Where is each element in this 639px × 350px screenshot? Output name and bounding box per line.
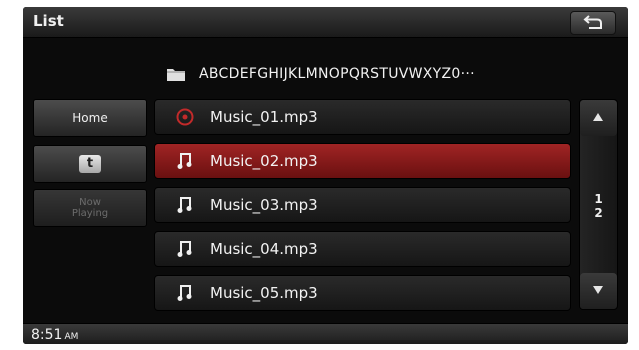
list-item[interactable]: Music_03.mp3 — [154, 187, 571, 223]
list-item[interactable]: Music_04.mp3 — [154, 231, 571, 267]
clock-time: 8:51 — [31, 327, 63, 343]
folder-path-text: ABCDEFGHIJKLMNOPQRSTUVWXYZ0··· — [199, 66, 475, 82]
t-icon: t — [79, 155, 101, 173]
music-note-icon — [175, 195, 195, 215]
clock: 8:51 AM — [31, 327, 78, 343]
list-item[interactable]: Music_01.mp3 — [154, 99, 571, 135]
file-name: Music_05.mp3 — [210, 284, 318, 302]
now-playing-line2: Playing — [71, 208, 109, 219]
home-button-label: Home — [72, 111, 108, 125]
media-screen: List ABCDEFGHIJKLMNOPQRSTUVWXYZ0··· Home… — [23, 7, 628, 344]
playing-disc-icon — [175, 107, 195, 127]
now-playing-button[interactable]: Now Playing — [33, 189, 147, 227]
music-note-icon — [175, 283, 195, 303]
folder-icon — [167, 69, 185, 81]
list-item[interactable]: Music_02.mp3 — [154, 143, 571, 179]
home-button[interactable]: Home — [33, 99, 147, 137]
file-name: Music_04.mp3 — [210, 240, 318, 258]
scroll-down-button[interactable] — [580, 273, 617, 309]
page-title: List — [33, 12, 64, 30]
t-button[interactable]: t — [33, 145, 147, 183]
back-arrow-icon — [583, 15, 602, 29]
status-bar: 8:51 AM — [23, 323, 628, 344]
clock-ampm: AM — [64, 332, 79, 342]
list-item[interactable]: Music_05.mp3 — [154, 275, 571, 311]
folder-path: ABCDEFGHIJKLMNOPQRSTUVWXYZ0··· — [167, 64, 475, 84]
back-button[interactable] — [570, 11, 616, 35]
current-page: 1 — [594, 192, 603, 206]
scrollbar[interactable]: 1 2 — [579, 99, 618, 310]
title-bar: List — [23, 7, 628, 38]
now-playing-line1: Now — [79, 197, 101, 208]
page-indicator: 1 2 — [580, 192, 617, 220]
triangle-up-icon — [593, 113, 603, 121]
scroll-up-button[interactable] — [580, 100, 617, 136]
now-playing-label: Now Playing — [72, 197, 108, 219]
file-name: Music_03.mp3 — [210, 196, 318, 214]
file-name: Music_01.mp3 — [210, 108, 318, 126]
triangle-down-icon — [593, 286, 603, 294]
music-note-icon — [175, 151, 195, 171]
file-name: Music_02.mp3 — [210, 152, 318, 170]
music-note-icon — [175, 239, 195, 259]
total-pages: 2 — [594, 206, 603, 220]
